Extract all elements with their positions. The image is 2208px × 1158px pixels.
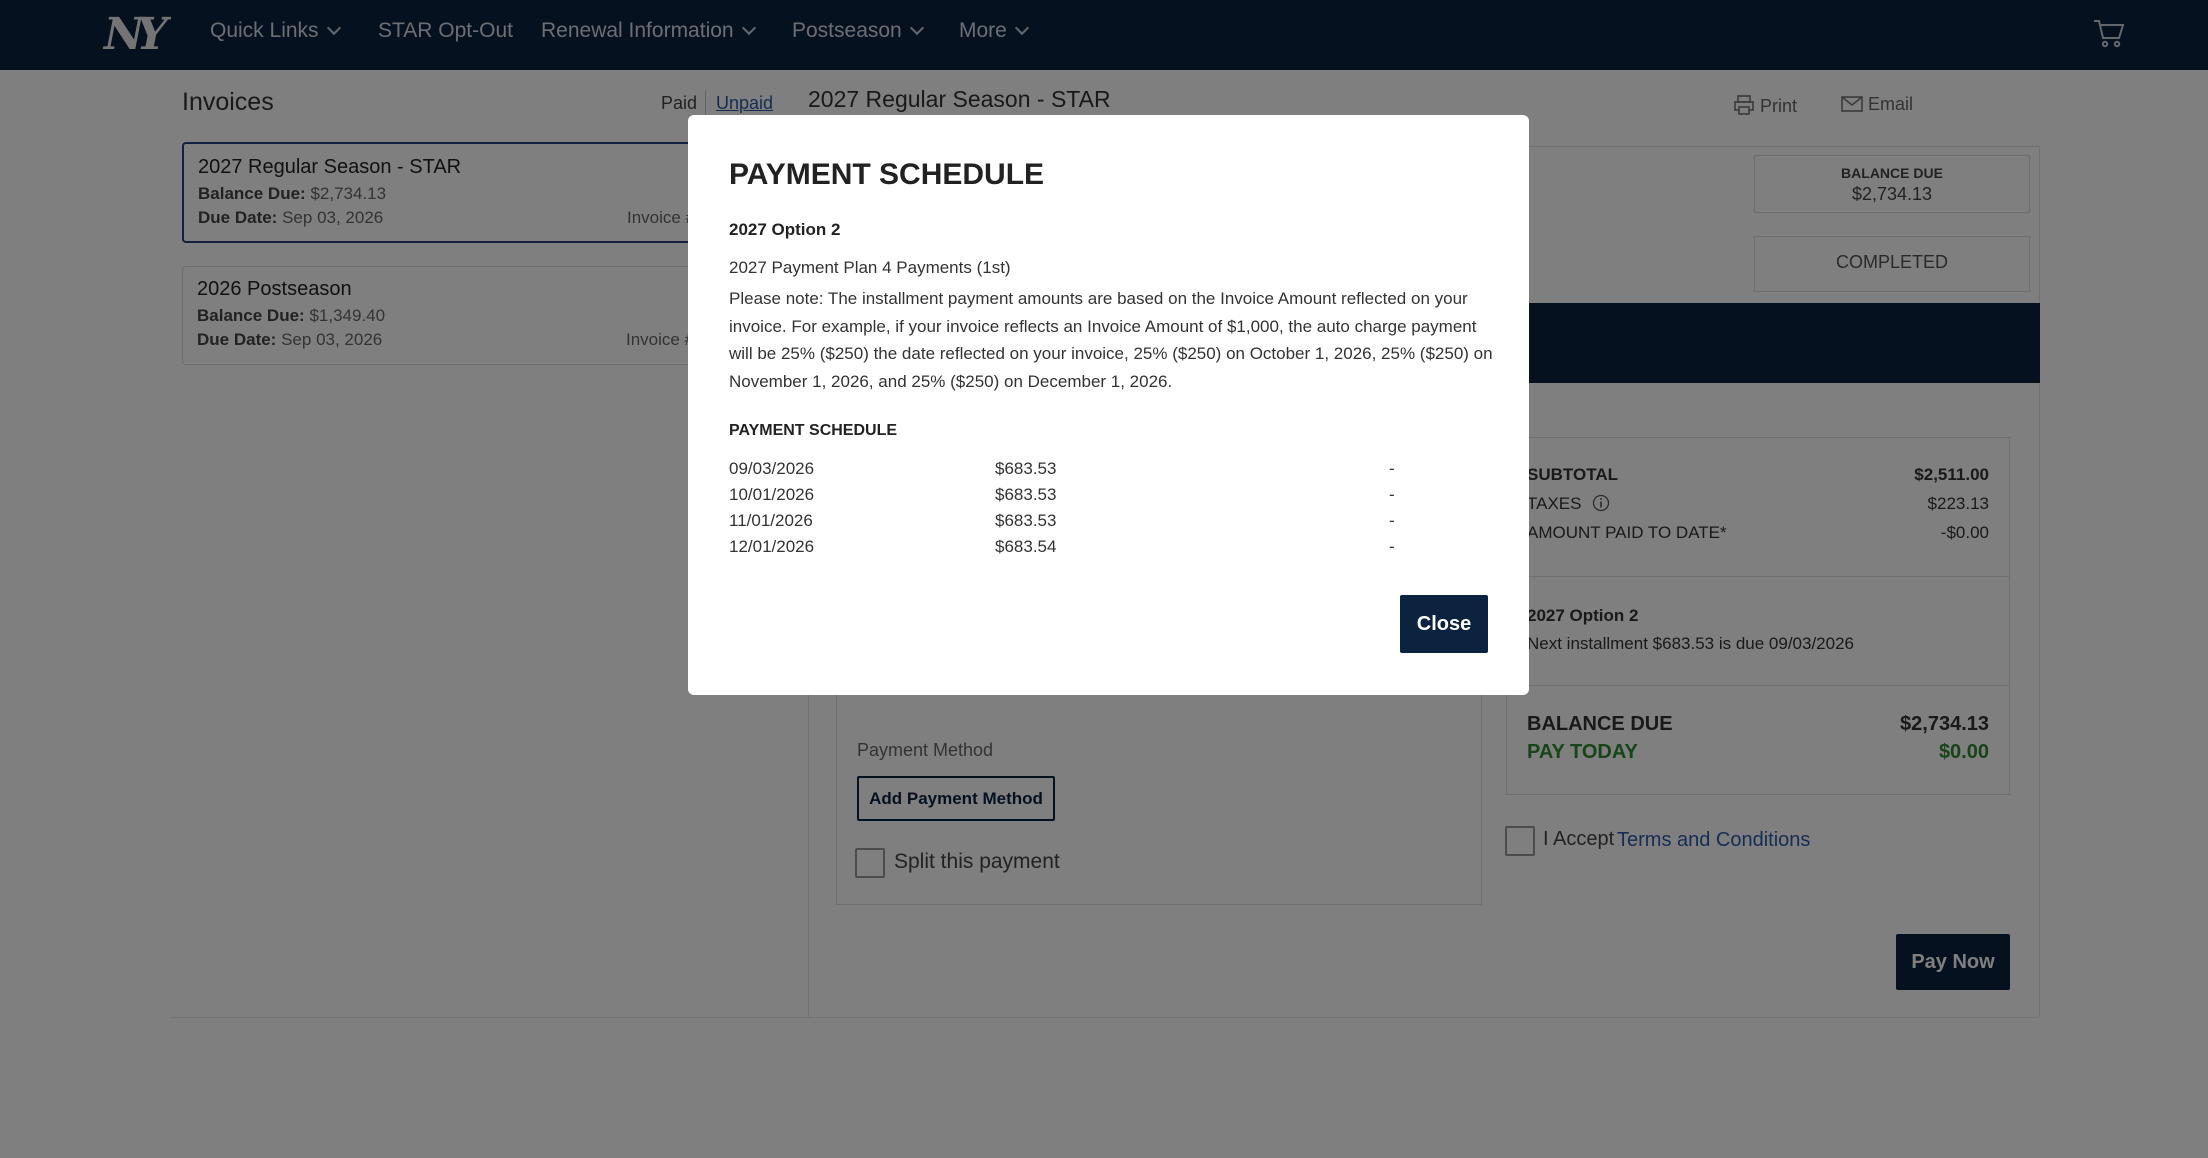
schedule-date: 12/01/2026 <box>729 537 815 556</box>
schedule-amount: $683.53 <box>995 511 1057 530</box>
schedule-row: 11/01/2026 $683.53 - <box>729 511 1489 537</box>
schedule-amount: $683.54 <box>995 537 1057 556</box>
schedule-row: 12/01/2026 $683.54 - <box>729 537 1489 563</box>
schedule-status: - <box>1389 537 1395 556</box>
modal-plan-name: 2027 Payment Plan 4 Payments (1st) <box>729 258 1011 277</box>
schedule-row: 10/01/2026 $683.53 - <box>729 485 1489 511</box>
modal-title: PAYMENT SCHEDULE <box>729 158 1045 191</box>
schedule-status: - <box>1389 485 1395 504</box>
schedule-row: 09/03/2026 $683.53 - <box>729 459 1489 485</box>
modal-note: Please note: The installment payment amo… <box>729 289 1493 391</box>
payment-schedule-modal: PAYMENT SCHEDULE 2027 Option 2 2027 Paym… <box>688 115 1529 695</box>
schedule-amount: $683.53 <box>995 485 1057 504</box>
schedule-date: 11/01/2026 <box>729 511 813 530</box>
close-button[interactable]: Close <box>1400 595 1488 653</box>
schedule-date: 09/03/2026 <box>729 459 815 478</box>
schedule-status: - <box>1389 459 1395 478</box>
schedule-date: 10/01/2026 <box>729 485 815 504</box>
schedule-status: - <box>1389 511 1395 530</box>
schedule-heading: PAYMENT SCHEDULE <box>729 422 898 439</box>
schedule-amount: $683.53 <box>995 459 1057 478</box>
modal-option-name: 2027 Option 2 <box>729 220 841 239</box>
